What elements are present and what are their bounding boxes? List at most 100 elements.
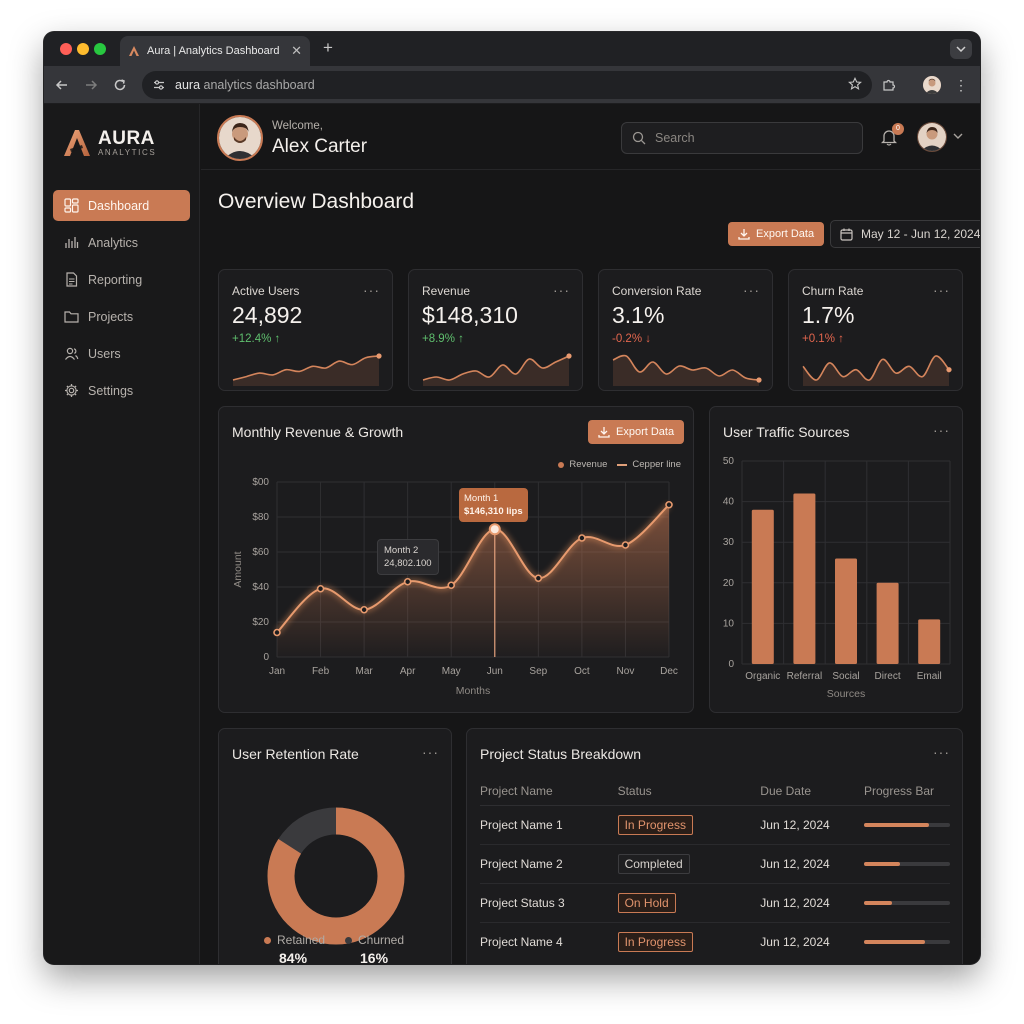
extensions-button[interactable] [880, 76, 898, 94]
close-window-button[interactable] [60, 43, 72, 55]
export-data-label: Export Data [756, 228, 815, 240]
more-options-icon[interactable]: ··· [422, 744, 439, 760]
more-options-icon[interactable]: ··· [363, 282, 380, 298]
column-header[interactable]: Progress Bar [864, 777, 950, 806]
bar[interactable] [876, 582, 899, 664]
data-point[interactable] [403, 577, 412, 586]
due-date: Jun 12, 2024 [760, 844, 864, 884]
browser-menu-button[interactable]: ⋮ [952, 76, 970, 94]
progress-cell [864, 844, 950, 884]
tab-title: Aura | Analytics Dashboard [147, 45, 280, 57]
chart-export-button[interactable]: Export Data [588, 420, 685, 444]
legend-item-churned: Churned [345, 933, 404, 947]
minimize-window-button[interactable] [77, 43, 89, 55]
table-row[interactable]: Project Name 1 In Progress Jun 12, 2024 [480, 805, 950, 845]
account-portrait-icon [918, 123, 946, 151]
address-text: aura analytics dashboard [175, 78, 315, 92]
data-point[interactable] [488, 523, 501, 536]
data-point[interactable] [621, 541, 630, 549]
more-options-icon[interactable]: ··· [743, 282, 760, 298]
arrow-up-icon: ↑ [458, 333, 464, 345]
sidebar-item-users[interactable]: Users [53, 338, 190, 369]
bar[interactable] [751, 509, 774, 664]
chevron-down-icon[interactable] [953, 133, 963, 139]
reload-button[interactable] [111, 76, 129, 94]
arrow-up-icon: ↑ [274, 333, 281, 345]
y-tick-label: 20 [723, 578, 735, 589]
bar[interactable] [793, 493, 816, 664]
column-header[interactable]: Due Date [760, 777, 864, 806]
status-cell: On Hold [617, 883, 761, 923]
user-avatar[interactable] [217, 115, 263, 161]
table-row[interactable]: Project Name 4 In Progress Jun 12, 2024 [480, 922, 950, 961]
tooltip-value: $146,310 lips [464, 506, 523, 517]
y-tick-label: 30 [723, 537, 735, 548]
more-options-icon[interactable]: ··· [933, 744, 950, 760]
status-cell: Completed [617, 844, 761, 884]
revenue-area [277, 504, 669, 657]
search-input[interactable] [655, 131, 845, 145]
revenue-line-chart: 0 $20 $40 $60 $80 $00 Jan Feb Mar Apr May Jun Sep Oct… [232, 477, 678, 697]
forward-button[interactable] [82, 76, 100, 94]
address-bar[interactable]: aura analytics dashboard [142, 71, 872, 99]
data-point[interactable] [316, 584, 325, 593]
back-button[interactable] [53, 76, 71, 94]
notification-badge: 0 [892, 123, 904, 135]
account-avatar[interactable] [917, 122, 947, 152]
table-row[interactable]: Project Status 3 On Hold Jun 12, 2024 [480, 883, 950, 923]
sidebar-item-projects[interactable]: Projects [53, 301, 190, 332]
maximize-window-button[interactable] [94, 43, 106, 55]
progress-bar [864, 861, 950, 866]
search-box[interactable] [621, 122, 863, 154]
project-status-title: Project Status Breakdown [480, 746, 642, 762]
table-header-row: Project Name Status Due Date Progress Ba… [480, 777, 950, 806]
tooltip-value: 24,802.100 [384, 558, 432, 569]
x-axis-title: Months [456, 685, 490, 697]
x-tick-label: Organic [745, 671, 780, 682]
data-point[interactable] [665, 500, 673, 509]
data-point[interactable] [534, 574, 543, 583]
x-axis-title: Sources [827, 688, 866, 700]
sidebar-item-reporting[interactable]: Reporting [53, 264, 190, 295]
progress-cell [864, 805, 950, 845]
sidebar-item-analytics[interactable]: Analytics [53, 227, 190, 258]
data-point[interactable] [447, 581, 456, 590]
retention-card: User Retention Rate ··· Retained 84% Chu… [218, 728, 452, 964]
download-icon [738, 229, 750, 240]
browser-tab[interactable]: Aura | Analytics Dashboard ✕ [120, 36, 310, 66]
chart-export-label: Export Data [616, 426, 675, 438]
brand-logo[interactable]: AURA ANALYTICS [62, 128, 156, 158]
kpi-card-conversion-rate: Conversion Rate ··· 3.1% -0.2% ↓ [598, 269, 773, 391]
revenue-line-glow [275, 502, 671, 635]
bookmark-star-icon[interactable] [848, 77, 862, 91]
more-options-icon[interactable]: ··· [553, 282, 570, 298]
x-tick-label: Jan [269, 666, 285, 677]
chevron-down-icon [956, 46, 966, 52]
tab-menu-button[interactable] [950, 39, 972, 59]
sidebar-item-settings[interactable]: Settings [53, 375, 190, 406]
close-tab-icon[interactable]: ✕ [291, 43, 302, 59]
legend-line-swatch [617, 463, 628, 466]
data-point[interactable] [578, 534, 586, 542]
column-header[interactable]: Project Name [480, 777, 618, 806]
kpi-card-revenue: Revenue ··· $148,310 +8.9% ↑ [408, 269, 583, 391]
export-data-button[interactable]: Export Data [728, 222, 825, 246]
sidebar-item-dashboard[interactable]: Dashboard [53, 190, 190, 221]
column-header[interactable]: Status [617, 777, 761, 806]
status-badge: Completed [617, 853, 690, 874]
data-point[interactable] [360, 605, 368, 614]
status-badge: On Hold [617, 892, 676, 913]
bar[interactable] [835, 558, 857, 664]
revenue-chart-title: Monthly Revenue & Growth [232, 424, 404, 440]
table-row[interactable]: Project Name 2 Completed Jun 12, 2024 [480, 844, 950, 884]
data-point[interactable] [273, 628, 281, 637]
new-tab-button[interactable]: + [318, 38, 338, 58]
profile-avatar-button[interactable] [923, 76, 941, 94]
more-options-icon[interactable]: ··· [933, 282, 950, 298]
bar[interactable] [918, 619, 941, 664]
status-cell: In Progress [617, 922, 761, 961]
site-settings-icon[interactable] [152, 78, 166, 92]
date-range-picker[interactable]: May 12 - Jun 12, 2024 [830, 220, 980, 248]
sidebar-item-label: Analytics [88, 235, 139, 250]
tooltip-title: Month 1 [464, 493, 499, 504]
